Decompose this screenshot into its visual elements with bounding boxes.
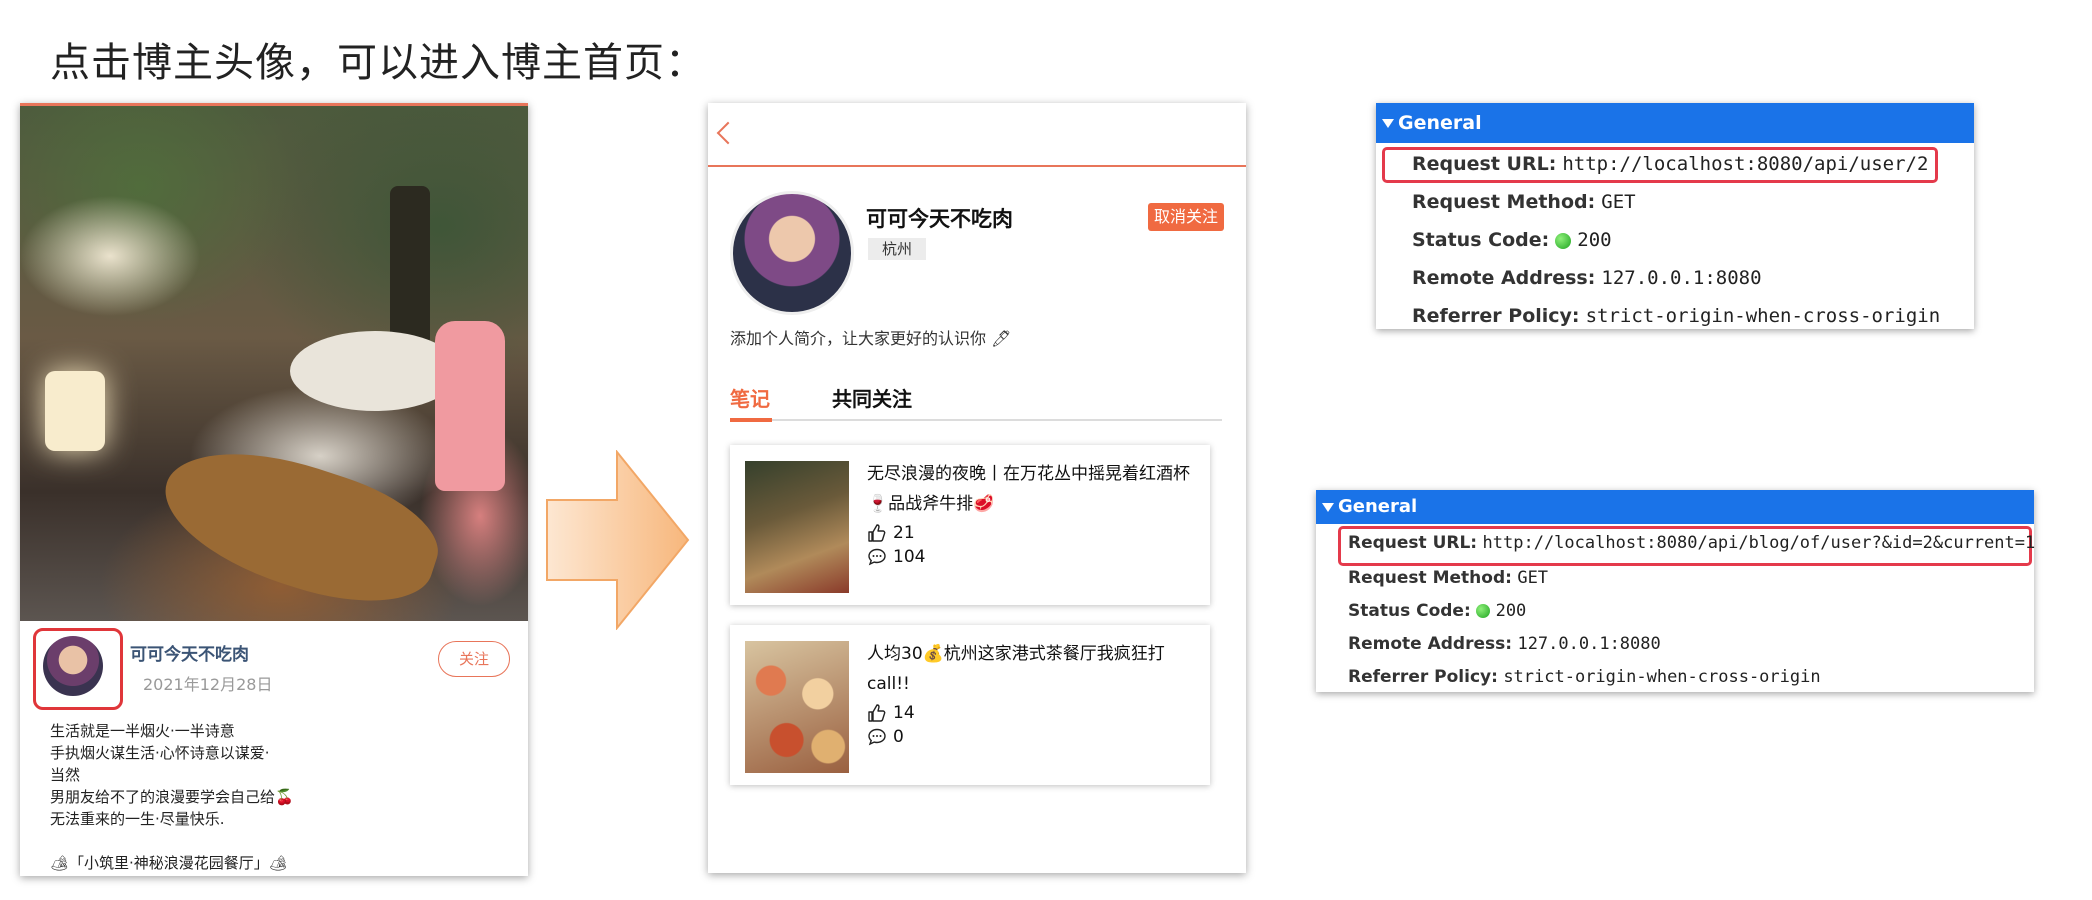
remote-address-row: Remote Address: 127.0.0.1:8080 — [1348, 634, 1661, 654]
request-url-row: Request URL: http://localhost:8080/api/u… — [1412, 153, 1928, 175]
request-url-label: Request URL: — [1348, 533, 1478, 553]
like-stat: 14 — [867, 703, 915, 723]
post-text-line: 生活就是一半烟火·一半诗意 — [50, 722, 235, 740]
profile-avatar — [730, 191, 854, 315]
request-url-label: Request URL: — [1412, 153, 1557, 175]
request-method-label: Request Method: — [1412, 191, 1596, 213]
disclosure-triangle-icon[interactable] — [1382, 119, 1394, 128]
status-code-row: Status Code: 200 — [1412, 229, 1612, 251]
devtools-general-panel-blog: General Request URL: http://localhost:80… — [1316, 490, 2035, 692]
tab-notes[interactable]: 笔记 — [730, 383, 770, 412]
referrer-policy-label: Referrer Policy: — [1412, 305, 1580, 327]
referrer-policy-row: Referrer Policy: strict-origin-when-cros… — [1412, 305, 1940, 327]
request-method-row: Request Method: GET — [1348, 568, 1548, 588]
status-code-row: Status Code: 200 — [1348, 601, 1526, 621]
profile-bio[interactable]: 添加个人简介，让大家更好的认识你 🖊 — [730, 325, 1011, 349]
note-card[interactable]: 无尽浪漫的夜晚丨在万花丛中摇晃着红酒杯🍷品战斧牛排🥩 21 104 — [730, 445, 1210, 605]
post-date: 2021年12月28日 — [143, 675, 273, 694]
city-tag: 杭州 — [868, 238, 927, 260]
comment-stat: 0 — [867, 727, 904, 747]
referrer-policy-row: Referrer Policy: strict-origin-when-cros… — [1348, 667, 1821, 687]
post-body: 生活就是一半烟火·一半诗意 手执烟火谋生活·心怀诗意以谋爱· 当然 男朋友给不了… — [50, 720, 294, 874]
thumbs-up-icon[interactable] — [867, 703, 887, 723]
note-thumbnail — [745, 461, 849, 593]
author-avatar[interactable] — [43, 636, 103, 696]
general-header-label: General — [1338, 496, 1418, 517]
status-code-label: Status Code: — [1412, 229, 1550, 251]
request-method-label: Request Method: — [1348, 568, 1512, 588]
right-arrow-graphic — [546, 450, 690, 630]
devtools-general-panel-user: General Request URL: http://localhost:80… — [1376, 103, 1974, 329]
remote-address-label: Remote Address: — [1412, 267, 1596, 289]
request-method-row: Request Method: GET — [1412, 191, 1636, 213]
request-url-value[interactable]: http://localhost:8080/api/user/2 — [1562, 153, 1928, 175]
status-dot-icon — [1476, 604, 1491, 618]
request-method-value: GET — [1517, 568, 1549, 588]
request-url-value[interactable]: http://localhost:8080/api/blog/of/user?&… — [1483, 533, 2036, 553]
top-bar — [708, 103, 1246, 167]
like-stat: 21 — [867, 523, 915, 543]
tabs-divider — [730, 419, 1222, 421]
post-text-line: 🏕「小筑里·神秘浪漫花园餐厅」🏕 — [50, 854, 288, 872]
remote-address-row: Remote Address: 127.0.0.1:8080 — [1412, 267, 1762, 289]
thumbs-up-icon[interactable] — [867, 523, 887, 543]
follow-button[interactable]: 关注 — [438, 641, 510, 677]
status-code-value: 200 — [1577, 229, 1612, 251]
general-header-label: General — [1398, 112, 1482, 134]
post-text-line: 手执烟火谋生活·心怀诗意以谋爱· — [50, 744, 270, 762]
referrer-policy-label: Referrer Policy: — [1348, 667, 1498, 687]
post-text-line: 无法重来的一生·尽量快乐. — [50, 810, 225, 828]
user-profile-page: 可可今天不吃肉 杭州 取消关注 添加个人简介，让大家更好的认识你 🖊 笔记 共同… — [708, 103, 1246, 873]
post-photo — [20, 106, 528, 627]
remote-address-value: 127.0.0.1:8080 — [1517, 634, 1661, 654]
disclosure-triangle-icon[interactable] — [1322, 502, 1334, 512]
comment-stat: 104 — [867, 547, 925, 567]
note-thumbnail — [745, 641, 849, 773]
remote-address-value: 127.0.0.1:8080 — [1601, 267, 1762, 289]
comment-icon[interactable] — [867, 547, 887, 567]
page-heading: 点击博主头像，可以进入博主首页： — [50, 40, 706, 86]
profile-name: 可可今天不吃肉 — [866, 207, 1013, 231]
note-title: 无尽浪漫的夜晚丨在万花丛中摇晃着红酒杯🍷品战斧牛排🥩 — [867, 464, 1190, 514]
request-method-value: GET — [1601, 191, 1636, 213]
like-count: 21 — [893, 523, 915, 543]
post-text-line: 男朋友给不了的浪漫要学会自己给🍒 — [50, 788, 294, 806]
tab-common-follow[interactable]: 共同关注 — [832, 383, 912, 412]
status-code-value: 200 — [1495, 601, 1527, 621]
status-dot-icon — [1555, 232, 1572, 249]
remote-address-label: Remote Address: — [1348, 634, 1513, 654]
unfollow-button[interactable]: 取消关注 — [1148, 203, 1224, 231]
referrer-policy-value: strict-origin-when-cross-origin — [1585, 305, 1941, 327]
status-code-label: Status Code: — [1348, 601, 1471, 621]
request-url-row: Request URL: http://localhost:8080/api/b… — [1348, 533, 2035, 553]
active-tab-indicator — [730, 418, 772, 422]
author-name[interactable]: 可可今天不吃肉 — [130, 640, 249, 665]
note-card[interactable]: 人均30💰杭州这家港式茶餐厅我疯狂打call!! 14 0 — [730, 625, 1210, 785]
comment-count: 104 — [893, 547, 926, 567]
comment-count: 0 — [893, 727, 904, 747]
like-count: 14 — [893, 703, 915, 723]
back-chevron-icon[interactable] — [716, 121, 740, 145]
note-title: 人均30💰杭州这家港式茶餐厅我疯狂打call!! — [867, 644, 1165, 694]
general-section-header[interactable]: General — [1316, 490, 2034, 524]
referrer-policy-value: strict-origin-when-cross-origin — [1503, 667, 1821, 687]
general-section-header[interactable]: General — [1376, 103, 1974, 143]
post-detail-card: 可可今天不吃肉 2021年12月28日 关注 生活就是一半烟火·一半诗意 手执烟… — [20, 103, 528, 876]
post-text-line: 当然 — [50, 766, 81, 784]
comment-icon[interactable] — [867, 727, 887, 747]
